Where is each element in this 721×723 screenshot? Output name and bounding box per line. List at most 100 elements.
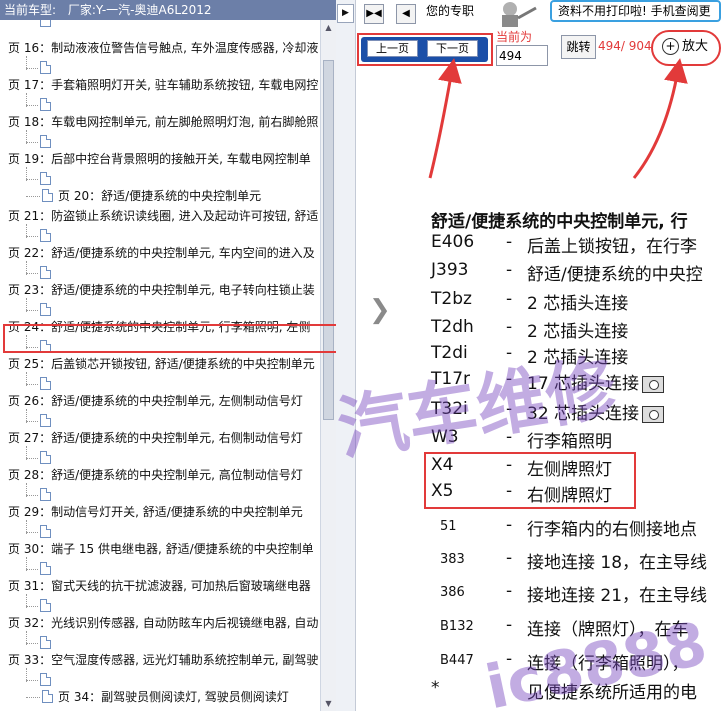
component-description: 舒适/便捷系统的中央控: [527, 260, 703, 285]
expand-arrow-icon[interactable]: ❯: [369, 297, 391, 323]
component-description-text: 舒适/便捷系统的中央控: [527, 265, 703, 285]
component-description: 17 芯插头连接: [527, 369, 665, 394]
document-icon: [40, 266, 51, 279]
scroll-down-icon[interactable]: ▼: [323, 698, 334, 709]
component-description-text: 连接（牌照灯），在车: [527, 620, 689, 640]
component-code: B447: [440, 653, 474, 668]
component-description: 接地连接 21，在主导线: [527, 581, 707, 606]
tree-item-label: 页 21：防盗锁止系统识读线圈, 进入及起动许可按钮, 舒适: [8, 209, 319, 223]
entry-dash: -: [506, 581, 513, 601]
document-icon: [40, 562, 51, 575]
entry-dash: -: [506, 515, 513, 535]
prev-page-button[interactable]: 上一页: [367, 40, 418, 57]
tree-connector: [26, 569, 38, 570]
camera-icon[interactable]: [642, 405, 665, 423]
tree-connector: [26, 606, 38, 607]
entry-dash: -: [506, 399, 513, 419]
component-description-text: 接地连接 21，在主导线: [527, 586, 708, 606]
tree-item[interactable]: 页 33：空气湿度传感器, 远光灯辅助系统控制单元, 副驾驶: [8, 650, 318, 670]
document-icon: [42, 690, 53, 703]
zoom-in-button[interactable]: + 放大: [662, 37, 708, 57]
tree-item-label: 页 18：车载电网控制单元, 前左脚舱照明灯泡, 前右脚舱照: [8, 115, 319, 129]
tree-item[interactable]: 页 26：舒适/便捷系统的中央控制单元, 左侧制动信号灯: [8, 391, 303, 411]
tree-item-label: 页 31：窗式天线的抗干扰滤波器, 可加热后窗玻璃继电器: [8, 579, 311, 593]
panel-divider[interactable]: ▶: [336, 0, 356, 711]
vehicle-model-value: 厂家:Y-一汽-奥迪A6L2012: [67, 3, 212, 17]
component-code: T32i: [431, 399, 468, 419]
fit-width-button[interactable]: ▶◀: [364, 4, 384, 24]
tree-connector: [26, 179, 38, 180]
tree-item[interactable]: 页 17：手套箱照明灯开关, 驻车辅助系统按钮, 车载电网控: [8, 75, 318, 95]
chapter-tree-panel: 当前车型: 厂家:Y-一汽-奥迪A6L2012 页 16：制动液液位警告信号触点…: [0, 0, 337, 711]
tree-item-label: 页 33：空气湿度传感器, 远光灯辅助系统控制单元, 副驾驶: [8, 653, 319, 667]
tree-item-label: 页 17：手套箱照明灯开关, 驻车辅助系统按钮, 车载电网控: [8, 78, 319, 92]
promo-banner[interactable]: 资料不用打印啦! 手机查阅更: [550, 0, 721, 22]
scroll-up-icon[interactable]: ▲: [323, 22, 334, 33]
zoom-in-label: 放大: [682, 39, 709, 54]
component-code: E406: [431, 232, 475, 252]
tree-connector: [26, 310, 38, 311]
tree-connector: [26, 142, 38, 143]
tree-item[interactable]: 页 25：后盖锁芯开锁按钮, 舒适/便捷系统的中央控制单元: [8, 354, 315, 374]
tree-item[interactable]: 页 28：舒适/便捷系统的中央控制单元, 高位制动信号灯: [8, 465, 303, 485]
tree-item[interactable]: 页 18：车载电网控制单元, 前左脚舱照明灯泡, 前右脚舱照: [8, 112, 318, 132]
current-page-label: 当前为: [496, 30, 533, 44]
tree-item[interactable]: 页 31：窗式天线的抗干扰滤波器, 可加热后窗玻璃继电器: [8, 576, 311, 596]
scroll-thumb[interactable]: [323, 60, 334, 420]
component-code: 383: [440, 552, 465, 567]
tree-item[interactable]: 页 21：防盗锁止系统识读线圈, 进入及起动许可按钮, 舒适: [8, 206, 318, 226]
tree-item[interactable]: 页 20：舒适/便捷系统的中央控制单元: [58, 186, 261, 206]
tree-connector: [26, 273, 38, 274]
component-description: 2 芯插头连接: [527, 289, 628, 314]
tree-item[interactable]: 页 22：舒适/便捷系统的中央控制单元, 车内空间的进入及: [8, 243, 315, 263]
camera-icon[interactable]: [642, 375, 665, 393]
tree-item-label: 页 28：舒适/便捷系统的中央控制单元, 高位制动信号灯: [8, 468, 303, 482]
tree-item[interactable]: 页 32：光线识别传感器, 自动防眩车内后视镜继电器, 自动: [8, 613, 318, 633]
tree-connector: [26, 458, 38, 459]
entry-dash: -: [506, 649, 513, 669]
tree-item[interactable]: 页 23：舒适/便捷系统的中央控制单元, 电子转向柱锁止装: [8, 280, 315, 300]
tree-item[interactable]: 页 29：制动信号灯开关, 舒适/便捷系统的中央控制单元: [8, 502, 303, 522]
component-description-text: 后盖上锁按钮，在行李: [527, 237, 697, 257]
document-icon: [40, 673, 51, 686]
component-code: B132: [440, 619, 474, 634]
component-description: 行李箱照明: [527, 427, 612, 452]
component-code: T2dh: [431, 317, 474, 337]
document-icon: [40, 229, 51, 242]
document-icon: [42, 189, 53, 202]
component-description-text: 32 芯插头连接: [527, 404, 640, 424]
document-icon: [40, 377, 51, 390]
collapse-sidebar-button[interactable]: ▶: [337, 4, 354, 23]
arrow-to-zoom-icon: [632, 58, 688, 179]
sidebar-scrollbar[interactable]: ▲ ▼: [320, 20, 336, 711]
page-number-input[interactable]: [496, 45, 548, 66]
entry-dash: -: [506, 369, 513, 389]
tree-item[interactable]: 页 19：后部中控台背景照明的接触开关, 车载电网控制单: [8, 149, 311, 169]
component-code: *: [431, 678, 440, 698]
vehicle-model-label: 当前车型:: [4, 3, 57, 17]
tree-connector: [26, 421, 38, 422]
tree-item[interactable]: 页 16：制动液液位警告信号触点, 车外温度传感器, 冷却液: [8, 38, 318, 58]
go-to-page-button[interactable]: 跳转: [561, 35, 596, 59]
tree-connector: [26, 236, 38, 237]
tree-item[interactable]: 页 34：副驾驶员侧阅读灯, 驾驶员侧阅读灯: [58, 687, 289, 707]
tree-item[interactable]: 页 27：舒适/便捷系统的中央控制单元, 右侧制动信号灯: [8, 428, 303, 448]
entry-dash: -: [506, 548, 513, 568]
tree-item[interactable]: 页 30：端子 15 供电继电器, 舒适/便捷系统的中央控制单: [8, 539, 314, 559]
entry-dash: -: [506, 260, 513, 280]
entry-dash: -: [506, 615, 513, 635]
document-icon: [40, 61, 51, 74]
document-icon: [40, 135, 51, 148]
entry-dash: -: [506, 427, 513, 447]
prev-view-button[interactable]: ◀: [396, 4, 416, 24]
promo-banner-text: 资料不用打印啦! 手机查阅更: [558, 4, 711, 18]
component-code: 386: [440, 585, 465, 600]
zoom-in-icon: +: [662, 38, 679, 55]
selected-item-highlight: [3, 324, 346, 353]
document-icon: [40, 636, 51, 649]
component-description: 见便捷系统所适用的电: [527, 678, 697, 703]
component-description-text: 见便捷系统所适用的电: [527, 683, 697, 703]
document-icon: [40, 488, 51, 501]
tree-item-label: 页 19：后部中控台背景照明的接触开关, 车载电网控制单: [8, 152, 311, 166]
next-page-button[interactable]: 下一页: [427, 40, 478, 57]
